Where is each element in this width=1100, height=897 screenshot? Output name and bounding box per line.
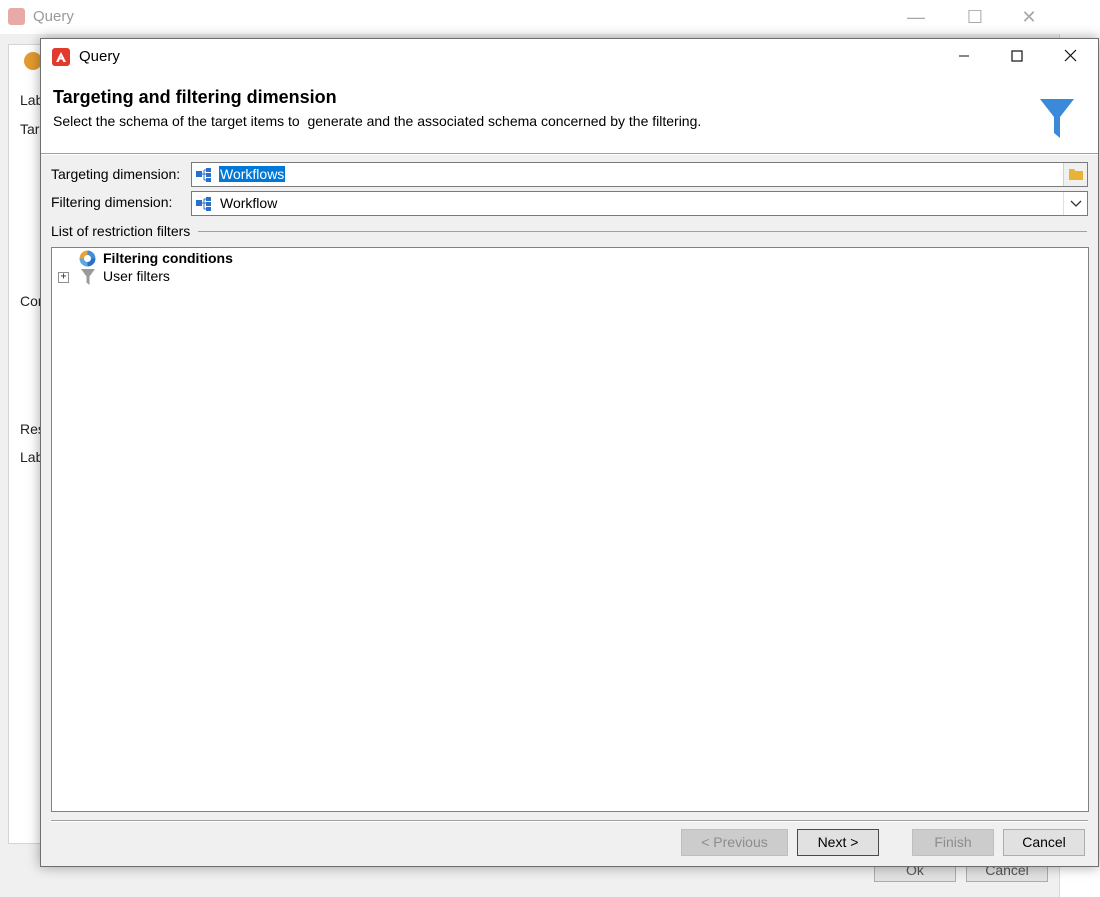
filtering-dimension-select[interactable]: Workflow <box>191 191 1088 216</box>
restriction-filters-label: List of restriction filters <box>51 223 191 239</box>
background-titlebar: Query — ☐ ✕ <box>0 0 1060 34</box>
tree-item-label: Filtering conditions <box>103 250 233 266</box>
restriction-filters-rule <box>198 231 1087 232</box>
maximize-button[interactable] <box>989 39 1044 75</box>
background-window-title: Query <box>33 8 74 25</box>
previous-button[interactable]: < Previous <box>681 829 788 856</box>
dropdown-button[interactable] <box>1063 192 1087 215</box>
chevron-down-icon <box>1070 200 1082 207</box>
dialog-titlebar[interactable]: Query <box>41 39 1098 75</box>
cancel-button[interactable]: Cancel <box>1003 829 1085 856</box>
schema-icon <box>196 197 211 211</box>
browse-button[interactable] <box>1063 163 1087 186</box>
funnel-icon <box>81 269 95 285</box>
background-close-icon: ✕ <box>1021 7 1037 27</box>
query-dialog: Query Targeting and filtering dimension … <box>40 38 1099 867</box>
minimize-icon <box>958 55 969 57</box>
header-divider-highlight <box>41 154 1098 155</box>
background-maximize-icon: ☐ <box>966 7 984 27</box>
adobe-campaign-logo-icon <box>52 48 70 66</box>
close-icon <box>1064 49 1077 62</box>
restriction-filters-tree[interactable]: Filtering conditions + User filters <box>51 247 1089 812</box>
targeting-dimension-field[interactable]: Workflows <box>191 162 1088 187</box>
schema-icon <box>196 168 211 182</box>
targeting-dimension-label: Targeting dimension: <box>51 166 181 182</box>
maximize-icon <box>1010 50 1023 62</box>
finish-button[interactable]: Finish <box>912 829 994 856</box>
footer-divider-highlight <box>51 821 1088 822</box>
targeting-dimension-value[interactable]: Workflows <box>219 166 286 182</box>
expand-icon[interactable]: + <box>58 272 69 283</box>
background-app-logo-icon <box>8 8 25 25</box>
filtering-conditions-icon <box>79 250 96 267</box>
background-minimize-icon: — <box>907 7 925 27</box>
page-description: Select the schema of the target items to… <box>53 113 702 129</box>
funnel-icon <box>1040 99 1074 138</box>
next-button[interactable]: Next > <box>797 829 879 856</box>
wizard-header: Targeting and filtering dimension Select… <box>41 75 1098 153</box>
folder-icon <box>1069 169 1083 180</box>
close-button[interactable] <box>1043 39 1098 75</box>
page-title: Targeting and filtering dimension <box>53 87 337 107</box>
filtering-dimension-label: Filtering dimension: <box>51 194 173 210</box>
tree-item-label: User filters <box>103 268 170 284</box>
filtering-dimension-value: Workflow <box>220 195 278 211</box>
dialog-title: Query <box>79 48 120 65</box>
minimize-button[interactable] <box>936 39 991 75</box>
